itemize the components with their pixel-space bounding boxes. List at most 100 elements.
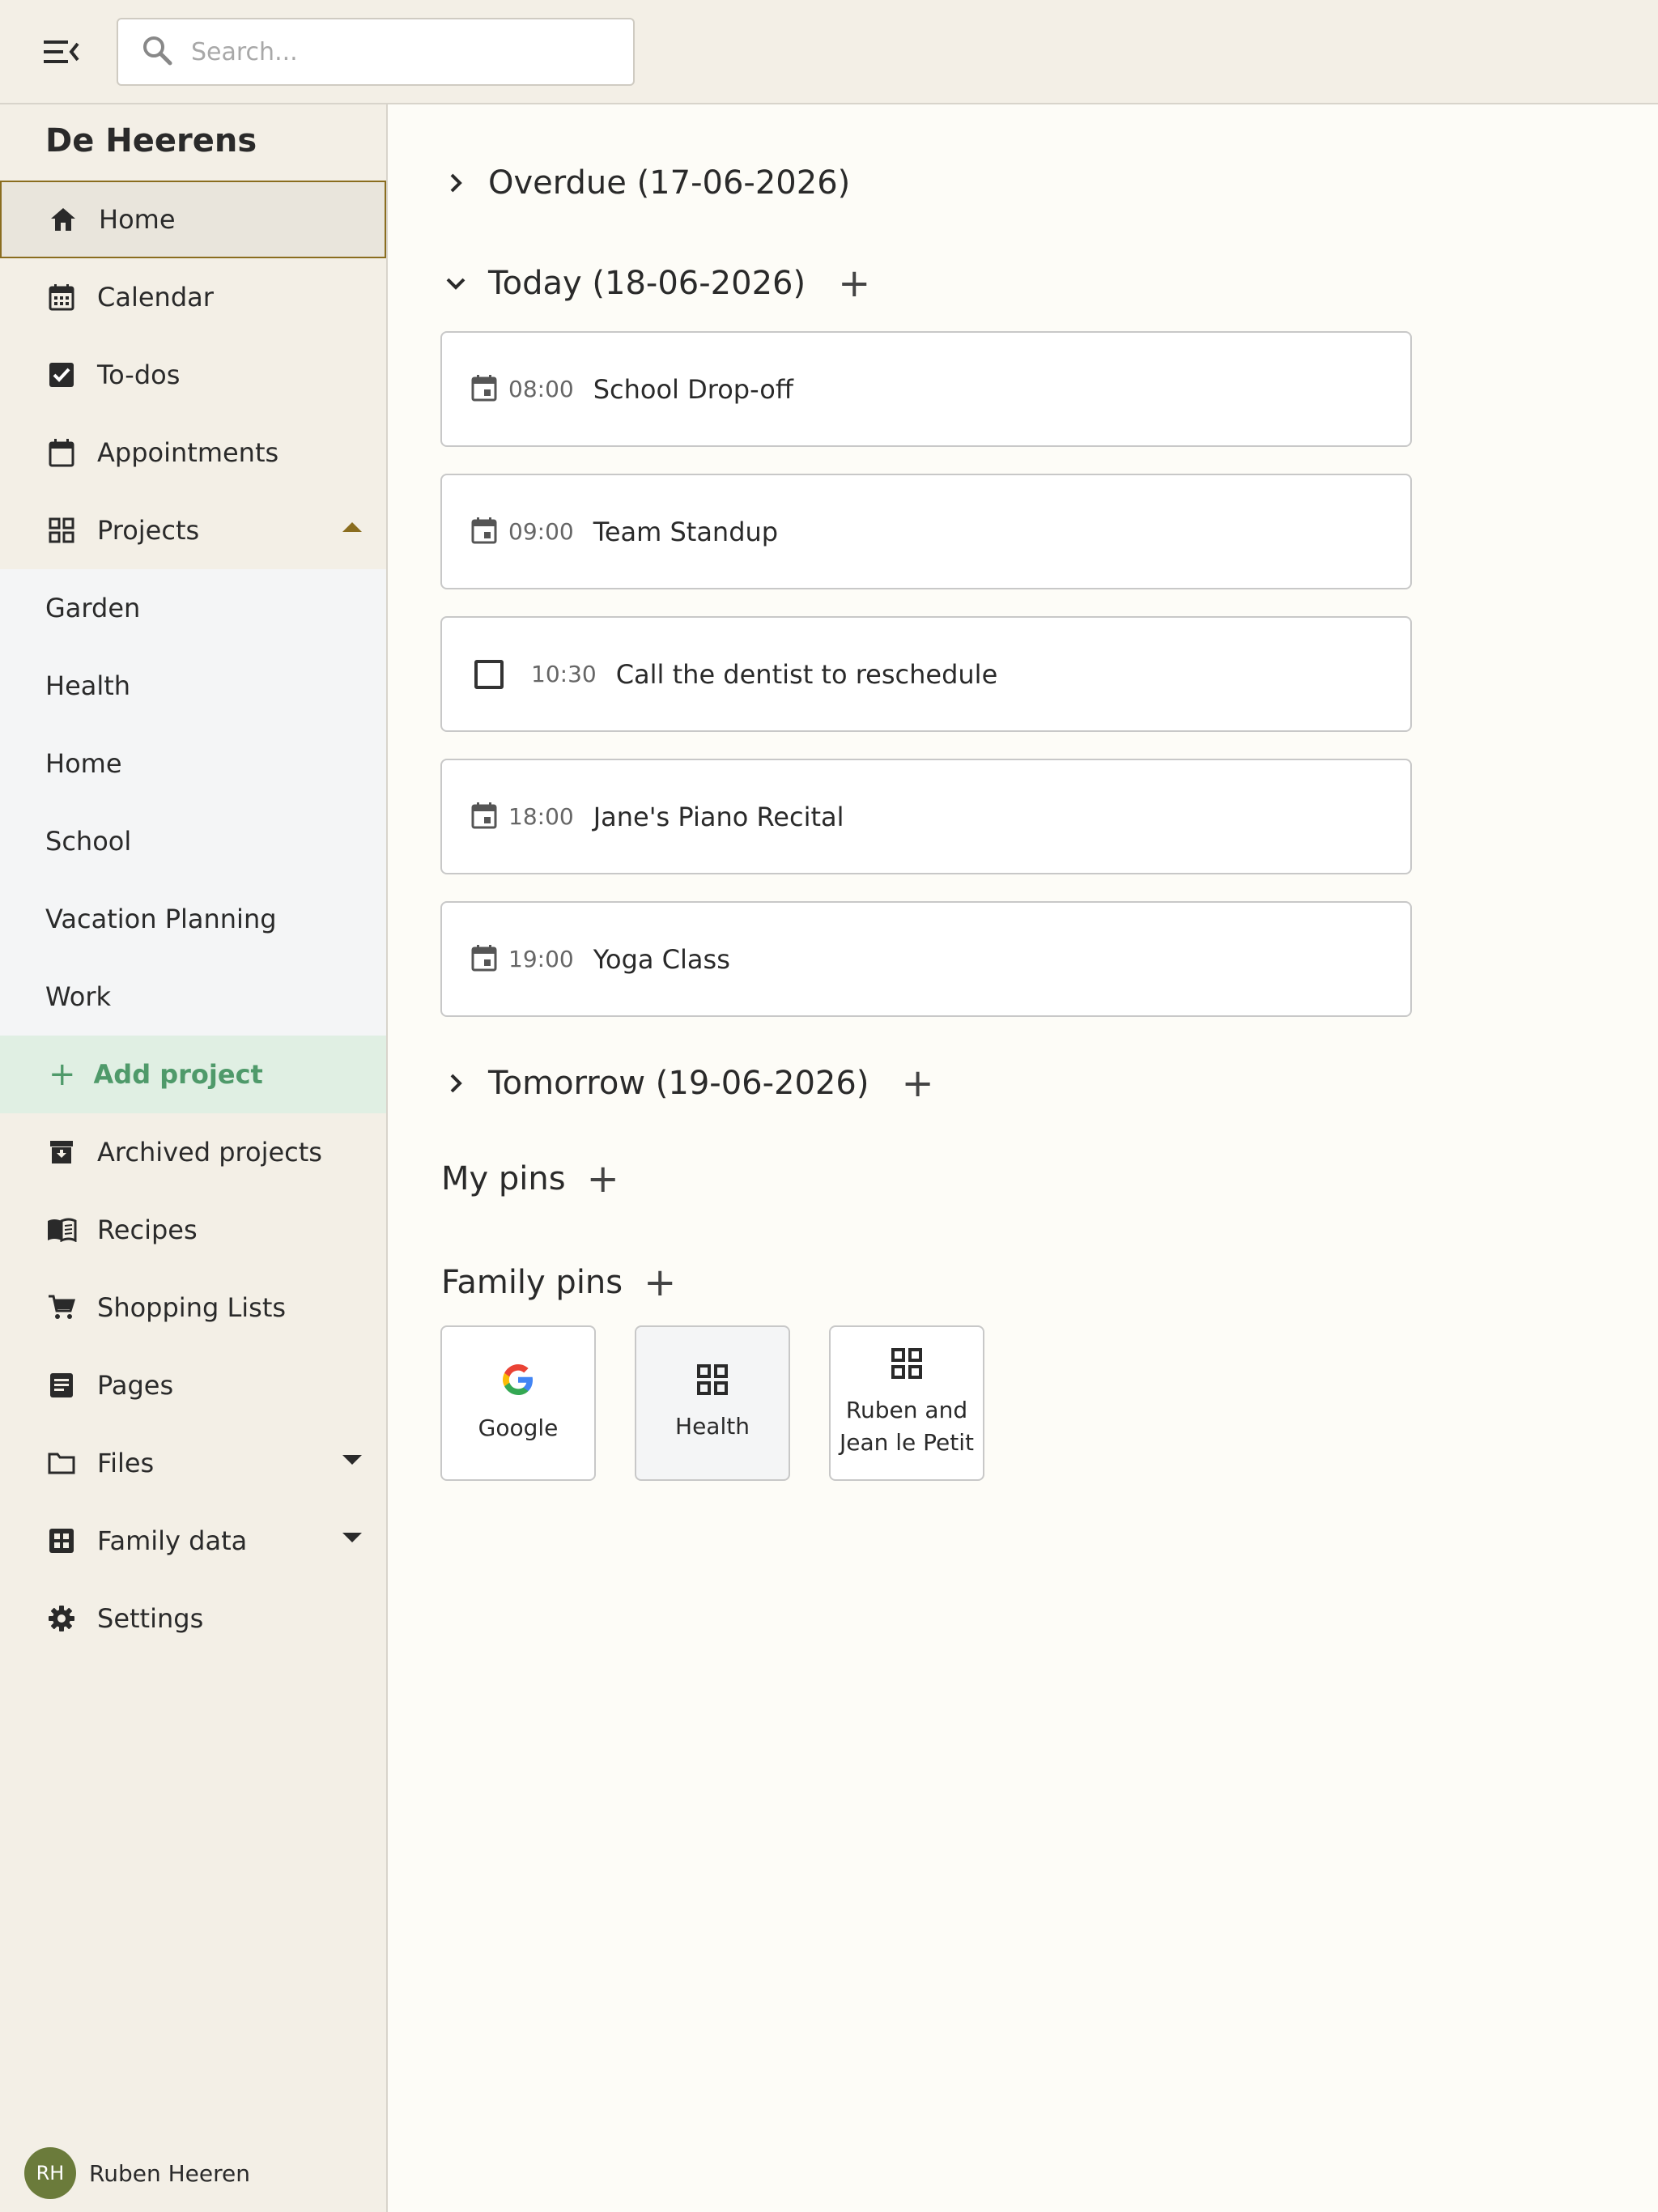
event-time: 18:00 (508, 803, 574, 830)
chevron-down-icon[interactable] (440, 267, 472, 300)
gear-icon (45, 1602, 78, 1635)
sidebar: De Heerens Home Calendar To-dos Appointm… (0, 104, 388, 2212)
sidebar-item-label: Projects (97, 515, 200, 546)
chevron-down-icon[interactable] (342, 1455, 362, 1465)
overdue-section-header[interactable]: Overdue (17-06-2026) (440, 164, 850, 202)
chevron-down-icon[interactable] (342, 1533, 362, 1542)
chevron-up-icon[interactable] (342, 522, 362, 532)
sidebar-item-archived-projects[interactable]: Archived projects (0, 1113, 386, 1191)
sidebar-item-shopping-lists[interactable]: Shopping Lists (0, 1269, 386, 1346)
grid-icon (45, 514, 78, 547)
todo-title: Call the dentist to reschedule (615, 658, 998, 690)
event-card[interactable]: 18:00 Jane's Piano Recital (440, 759, 1412, 874)
sidebar-item-appointments[interactable]: Appointments (0, 414, 386, 491)
sidebar-item-label: Appointments (97, 437, 279, 468)
sidebar-item-calendar[interactable]: Calendar (0, 258, 386, 336)
event-card[interactable]: 08:00 School Drop-off (440, 331, 1412, 447)
avatar: RH (24, 2147, 76, 2199)
sidebar-item-projects[interactable]: Projects (0, 491, 386, 569)
add-project-label: Add project (93, 1059, 263, 1090)
home-icon (47, 203, 79, 236)
chevron-right-icon[interactable] (440, 1067, 472, 1100)
calendar-event-icon (471, 802, 497, 832)
sidebar-item-home[interactable]: Home (0, 181, 386, 258)
todo-time: 10:30 (531, 661, 597, 687)
sidebar-item-label: Files (97, 1448, 155, 1478)
sidebar-item-label: Settings (97, 1603, 204, 1634)
event-time: 19:00 (508, 946, 574, 972)
chevron-right-icon[interactable] (440, 167, 472, 199)
calendar-event-icon (471, 517, 497, 547)
sidebar-item-family-data[interactable]: Family data (0, 1502, 386, 1580)
google-icon (500, 1362, 536, 1401)
pin-label: Health (675, 1413, 750, 1440)
archive-icon (45, 1136, 78, 1168)
add-today-button[interactable]: + (838, 264, 870, 303)
todo-checkbox[interactable] (474, 659, 504, 689)
pin-google[interactable]: Google (440, 1325, 596, 1481)
add-tomorrow-button[interactable]: + (901, 1064, 933, 1103)
grid-icon (696, 1363, 729, 1399)
my-pins-header: My pins + (441, 1159, 619, 1198)
event-title: Team Standup (593, 516, 779, 547)
calendar-icon (45, 281, 78, 313)
sidebar-item-label: Pages (97, 1370, 174, 1401)
sidebar-item-settings[interactable]: Settings (0, 1580, 386, 1657)
project-item-health[interactable]: Health (0, 647, 386, 725)
pin-health[interactable]: Health (635, 1325, 790, 1481)
add-project-button[interactable]: + Add project (0, 1036, 386, 1113)
sidebar-nav: Home Calendar To-dos Appointments Projec… (0, 181, 386, 1657)
family-name: De Heerens (45, 122, 257, 160)
my-pins-title: My pins (441, 1160, 566, 1197)
top-bar (0, 0, 1658, 104)
event-title: Jane's Piano Recital (593, 801, 844, 832)
calendar-blank-icon (45, 436, 78, 469)
pin-label: Google (478, 1414, 559, 1441)
search-box (117, 18, 635, 86)
event-card[interactable]: 09:00 Team Standup (440, 474, 1412, 589)
sidebar-item-label: Recipes (97, 1214, 198, 1245)
today-title: Today (18-06-2026) (488, 265, 806, 302)
project-item-work[interactable]: Work (0, 958, 386, 1036)
page-icon (45, 1369, 78, 1402)
calendar-event-icon (471, 374, 497, 405)
plus-icon: + (49, 1056, 76, 1093)
project-item-vacation-planning[interactable]: Vacation Planning (0, 880, 386, 958)
sidebar-item-todos[interactable]: To-dos (0, 336, 386, 414)
calendar-event-icon (471, 944, 497, 975)
main-content: Overdue (17-06-2026) Today (18-06-2026) … (388, 104, 1658, 2212)
event-time: 09:00 (508, 518, 574, 545)
overdue-title: Overdue (17-06-2026) (488, 164, 851, 202)
sidebar-item-label: Family data (97, 1525, 248, 1556)
menu-collapse-icon[interactable] (39, 32, 84, 71)
pin-label-line1: Ruben and (845, 1397, 968, 1423)
sidebar-item-label: To-dos (97, 359, 181, 390)
sidebar-item-recipes[interactable]: Recipes (0, 1191, 386, 1269)
sidebar-item-label: Archived projects (97, 1137, 322, 1168)
event-title: School Drop-off (593, 373, 793, 405)
event-time: 08:00 (508, 376, 574, 402)
tomorrow-title: Tomorrow (19-06-2026) (488, 1065, 869, 1102)
project-item-home[interactable]: Home (0, 725, 386, 802)
sidebar-item-files[interactable]: Files (0, 1424, 386, 1502)
sidebar-item-pages[interactable]: Pages (0, 1346, 386, 1424)
event-title: Yoga Class (593, 943, 730, 975)
pin-ruben-and-jean[interactable]: Ruben and Jean le Petit (829, 1325, 984, 1481)
pin-label-line2: Jean le Petit (839, 1429, 975, 1456)
checkbox-icon (45, 359, 78, 391)
search-input[interactable] (189, 36, 610, 67)
user-name: Ruben Heeren (89, 2159, 250, 2187)
add-family-pin-button[interactable]: + (644, 1263, 676, 1302)
todo-card[interactable]: 10:30 Call the dentist to reschedule (440, 616, 1412, 732)
add-my-pin-button[interactable]: + (587, 1159, 619, 1198)
project-item-garden[interactable]: Garden (0, 569, 386, 647)
folder-icon (45, 1447, 78, 1479)
book-icon (45, 1214, 78, 1246)
pin-label: Ruben and Jean le Petit (840, 1394, 974, 1459)
project-item-school[interactable]: School (0, 802, 386, 880)
user-profile[interactable]: RH Ruben Heeren (24, 2147, 250, 2199)
sidebar-item-label: Shopping Lists (97, 1292, 287, 1323)
tomorrow-section-header: Tomorrow (19-06-2026) + (440, 1064, 934, 1103)
event-card[interactable]: 19:00 Yoga Class (440, 901, 1412, 1017)
table-icon (45, 1525, 78, 1557)
